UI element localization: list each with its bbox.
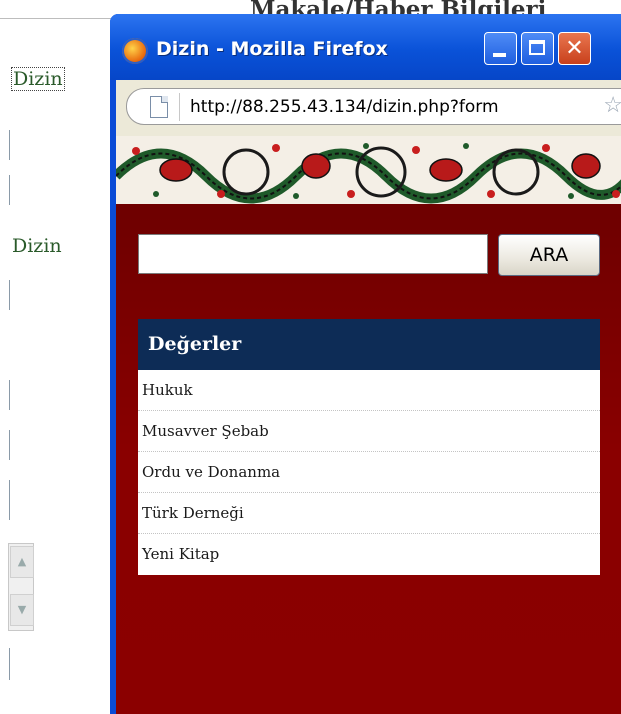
- table-row[interactable]: Yeni Kitap: [138, 534, 600, 575]
- field-divider: [9, 130, 10, 160]
- field-divider: [9, 280, 10, 310]
- field-divider: [9, 175, 10, 205]
- firefox-popup-window: Dizin - Mozilla Firefox ✕ http://88.255.…: [110, 14, 621, 714]
- ornamental-banner: [116, 136, 621, 204]
- address-bar[interactable]: http://88.255.43.134/dizin.php?form ☆: [126, 88, 621, 125]
- scroll-up-icon[interactable]: ▲: [10, 546, 34, 578]
- window-title: Dizin - Mozilla Firefox: [156, 38, 388, 60]
- url-separator: [179, 93, 180, 121]
- table-row[interactable]: Hukuk: [138, 370, 600, 411]
- navigation-bar: http://88.255.43.134/dizin.php?form ☆: [116, 80, 621, 136]
- page-content: ARA Değerler Hukuk Musavver Şebab Ordu v…: [116, 136, 621, 714]
- search-button[interactable]: ARA: [498, 234, 600, 276]
- maximize-button[interactable]: [521, 32, 554, 65]
- field-divider: [9, 380, 10, 410]
- close-icon: ✕: [565, 36, 584, 61]
- listbox-scrollbar[interactable]: ▲ ▼: [8, 543, 34, 631]
- url-text[interactable]: http://88.255.43.134/dizin.php?form: [190, 97, 499, 117]
- scroll-down-icon[interactable]: ▼: [10, 594, 34, 626]
- dizin-link-2[interactable]: Dizin: [12, 235, 62, 257]
- title-bar[interactable]: Dizin - Mozilla Firefox ✕: [110, 14, 621, 80]
- table-row[interactable]: Musavver Şebab: [138, 411, 600, 452]
- maximize-icon: [529, 40, 545, 55]
- table-header: Değerler: [138, 319, 600, 370]
- page-icon: [150, 96, 168, 118]
- minimize-button[interactable]: [484, 32, 517, 65]
- results-table: Değerler Hukuk Musavver Şebab Ordu ve Do…: [138, 319, 600, 575]
- bookmark-star-icon[interactable]: ☆: [603, 95, 621, 117]
- field-divider: [9, 648, 10, 680]
- close-button[interactable]: ✕: [558, 32, 591, 65]
- firefox-icon: [122, 38, 148, 64]
- search-input[interactable]: [138, 234, 488, 274]
- field-divider: [9, 430, 10, 460]
- field-divider: [9, 480, 10, 520]
- table-row[interactable]: Ordu ve Donanma: [138, 452, 600, 493]
- minimize-icon: [493, 53, 506, 57]
- table-row[interactable]: Türk Derneği: [138, 493, 600, 534]
- dizin-link-1[interactable]: Dizin: [11, 67, 65, 91]
